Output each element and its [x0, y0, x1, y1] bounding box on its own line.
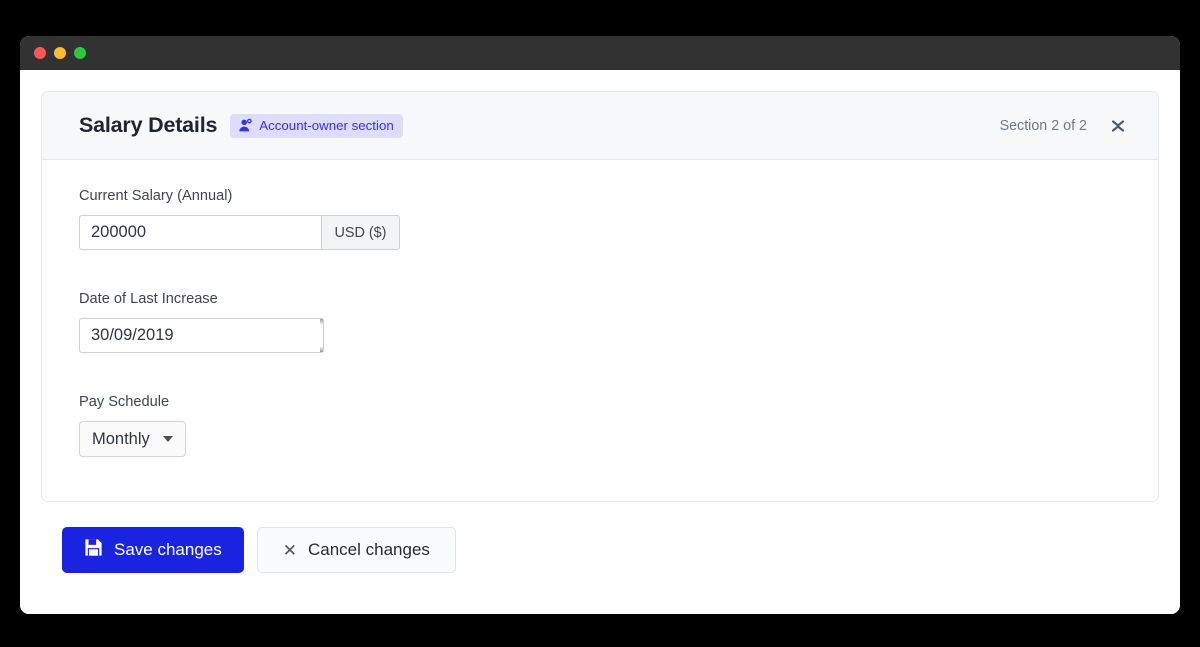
save-button[interactable]: Save changes: [62, 527, 244, 573]
date-spinner-edge[interactable]: [320, 319, 323, 352]
cancel-button-label: Cancel changes: [308, 540, 430, 559]
app-window: Salary Details Account-owner section Sec…: [20, 36, 1180, 614]
field-date-of-last-increase: Date of Last Increase 30/09/2019: [79, 291, 1121, 353]
page-title: Salary Details: [79, 113, 218, 137]
pay-schedule-value: Monthly: [92, 429, 150, 448]
salary-details-card: Salary Details Account-owner section Sec…: [41, 91, 1159, 502]
account-owner-badge: Account-owner section: [230, 113, 403, 138]
form-actions: Save changes ✕ Cancel changes: [41, 502, 1159, 573]
date-of-last-increase-value: 30/09/2019: [91, 326, 174, 344]
card-header-right: Section 2 of 2: [1000, 113, 1131, 139]
current-salary-label: Current Salary (Annual): [79, 188, 233, 204]
date-of-last-increase-label: Date of Last Increase: [79, 291, 218, 307]
pay-schedule-label: Pay Schedule: [79, 394, 170, 410]
date-of-last-increase-input[interactable]: 30/09/2019: [79, 318, 324, 353]
window-minimize-dot[interactable]: [54, 47, 66, 59]
user-settings-icon: [238, 118, 253, 133]
current-salary-currency-suffix: USD ($): [322, 215, 400, 250]
window-maximize-dot[interactable]: [74, 47, 86, 59]
current-salary-input-group: USD ($): [79, 215, 400, 250]
save-floppy-icon: [84, 538, 103, 562]
field-current-salary: Current Salary (Annual) USD ($): [79, 188, 1121, 250]
field-pay-schedule: Pay Schedule Monthly: [79, 394, 1121, 457]
pay-schedule-select[interactable]: Monthly: [79, 421, 186, 457]
current-salary-input[interactable]: [79, 215, 322, 250]
section-counter: Section 2 of 2: [999, 117, 1087, 134]
save-button-label: Save changes: [114, 540, 222, 559]
card-body: Current Salary (Annual) USD ($) Date of …: [42, 160, 1158, 501]
collapse-icon[interactable]: [1105, 113, 1131, 139]
chevron-down-icon: [162, 436, 173, 442]
account-owner-badge-label: Account-owner section: [259, 117, 394, 133]
cancel-button[interactable]: ✕ Cancel changes: [256, 527, 456, 573]
close-x-icon: ✕: [282, 540, 297, 560]
page-content: Salary Details Account-owner section Sec…: [20, 70, 1180, 614]
window-close-dot[interactable]: [34, 47, 46, 59]
window-titlebar: [20, 36, 1180, 70]
card-header: Salary Details Account-owner section Sec…: [42, 92, 1158, 160]
